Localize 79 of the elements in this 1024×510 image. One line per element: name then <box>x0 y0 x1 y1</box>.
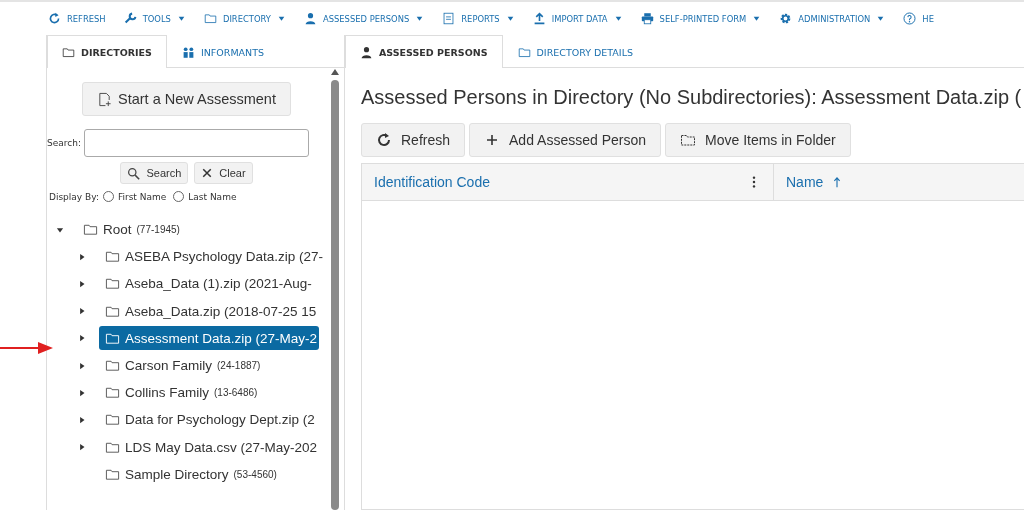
toolbar-button[interactable]: Move Items in Folder <box>665 123 851 157</box>
person-icon <box>303 12 317 25</box>
printer-icon <box>640 12 654 25</box>
toolbar-menu-button[interactable]: ASSESSED PERSONS <box>301 12 429 25</box>
folder-icon <box>83 222 98 238</box>
radio-label: Last Name <box>188 191 237 202</box>
search-label: Search: <box>47 138 81 148</box>
upload-icon <box>532 12 546 25</box>
expand-arrow-icon <box>77 333 87 344</box>
tree-item[interactable]: Aseba_Data (1).zip (2021-Aug- <box>99 271 314 296</box>
display-by-label: Display By: <box>49 191 99 202</box>
toolbar-menu-button[interactable]: ADMINISTRATION <box>777 12 890 25</box>
expand-arrow-icon <box>77 387 87 398</box>
people-icon <box>181 46 195 59</box>
folder-icon <box>105 249 120 265</box>
folder-icon <box>680 132 696 148</box>
caret-icon <box>276 14 286 23</box>
expand-arrow-icon <box>77 306 87 317</box>
page-title: Assessed Persons in Directory (No Subdirectories): Assessment Data.zip ( <box>361 86 1023 109</box>
toolbar-button[interactable]: Add Assessed Person <box>469 123 661 157</box>
tab[interactable]: DIRECTORY DETAILS <box>502 36 648 68</box>
folder-icon <box>517 46 531 59</box>
refresh-icon <box>48 12 61 25</box>
folder-icon <box>105 412 120 428</box>
toolbar-menu-button[interactable]: HE <box>901 12 938 25</box>
caret-icon <box>752 14 762 23</box>
tab[interactable]: INFORMANTS <box>166 36 280 68</box>
report-icon <box>442 12 456 25</box>
scroll-up-icon[interactable] <box>331 68 339 76</box>
pointer-arrow-icon <box>0 340 54 356</box>
toolbar-menu-button[interactable]: REPORTS <box>440 12 519 25</box>
caret-icon <box>613 14 623 23</box>
tree-item[interactable]: Aseba_Data.zip (2018-07-25 15 <box>99 299 319 324</box>
tab[interactable]: ASSESSED PERSONS <box>345 35 503 68</box>
clear-button[interactable]: Clear <box>194 162 253 184</box>
folder-icon <box>62 45 75 59</box>
caret-icon <box>176 14 186 23</box>
column-header[interactable]: Identification Code <box>362 164 774 200</box>
radio-label: First Name <box>117 191 167 202</box>
tab[interactable]: DIRECTORIES <box>47 35 167 68</box>
toolbar-menu-button[interactable]: SELF-PRINTED FORM <box>638 12 766 25</box>
toolbar-button[interactable]: Refresh <box>361 123 466 157</box>
help-icon <box>903 12 917 25</box>
toolbar-menu-button[interactable]: DIRECTORY <box>201 12 290 25</box>
caret-icon <box>415 14 425 23</box>
expand-arrow-icon <box>77 442 87 453</box>
column-header[interactable]: Name <box>774 164 856 200</box>
tree-item[interactable]: Root (77-1945) <box>77 217 182 242</box>
expand-arrow-icon <box>77 251 87 262</box>
person-icon <box>360 45 373 59</box>
scrollbar[interactable] <box>330 68 340 510</box>
tree-item[interactable]: Collins Family (13-6486) <box>99 380 260 405</box>
expand-arrow-icon <box>77 414 87 425</box>
tree-item[interactable]: Assessment Data.zip (27-May-2 <box>99 326 320 351</box>
search-icon <box>127 166 141 180</box>
caret-icon <box>505 14 515 23</box>
tree-item[interactable]: Data for Psychology Dept.zip (2 <box>99 407 317 432</box>
toolbar-menu-button[interactable]: IMPORT DATA <box>530 12 627 25</box>
expand-arrow-icon <box>77 278 87 289</box>
folder-icon <box>105 358 120 374</box>
folder-icon <box>203 12 217 25</box>
start-new-assessment-button[interactable]: Start a New Assessment <box>82 82 291 116</box>
gear-icon <box>779 12 793 25</box>
tree-item[interactable]: ASEBA Psychology Data.zip (27- <box>99 244 326 269</box>
tree-item[interactable]: Sample Directory (53-4560) <box>99 462 279 487</box>
search-field[interactable] <box>83 129 309 157</box>
refresh-icon <box>376 132 392 148</box>
toolbar-menu-button[interactable]: REFRESH <box>46 12 110 25</box>
new-document-icon <box>97 91 112 107</box>
wrench-icon <box>123 12 137 25</box>
expand-arrow-icon <box>77 360 87 371</box>
tree-item[interactable]: Carson Family (24-1887) <box>99 353 263 378</box>
caret-icon <box>876 14 886 23</box>
tree-item[interactable]: LDS May Data.csv (27-May-202 <box>99 435 320 460</box>
toolbar-menu-button[interactable]: TOOLS <box>121 12 190 25</box>
folder-icon <box>105 276 120 292</box>
search-button[interactable]: Search <box>120 162 189 184</box>
folder-icon <box>105 385 120 401</box>
close-icon <box>201 167 214 179</box>
